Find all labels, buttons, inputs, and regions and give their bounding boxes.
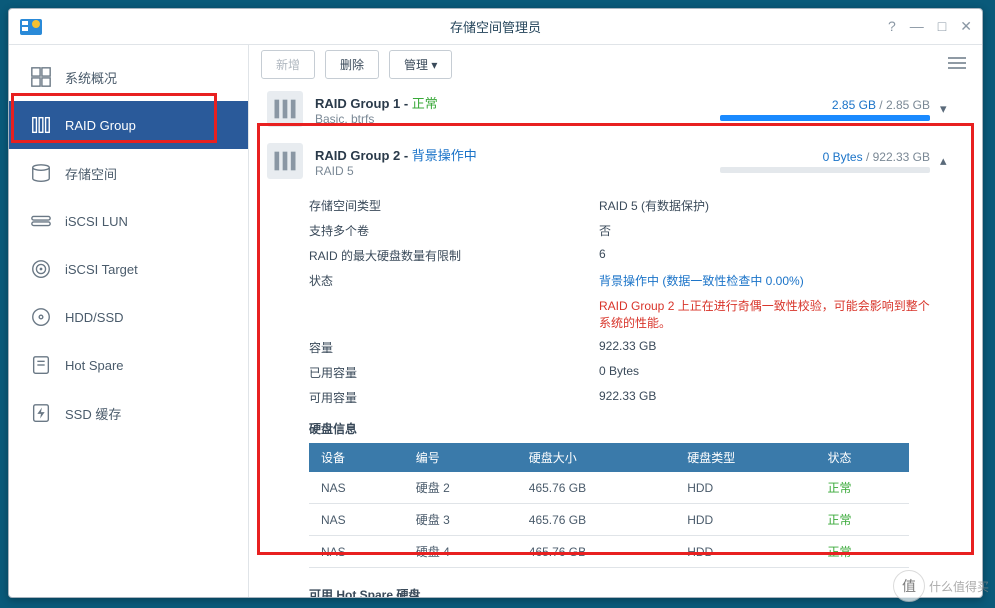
sidebar-item-label: RAID Group [65, 118, 136, 133]
detail-row-state: 状态背景操作中 (数据一致性检查中 0.00%) [309, 268, 970, 293]
hdd-icon [29, 305, 53, 329]
delete-button[interactable]: 删除 [325, 50, 379, 79]
group1-usage-bar [720, 115, 930, 121]
detail-row-maxdisk: RAID 的最大硬盘数量有限制6 [309, 243, 970, 268]
list-view-icon[interactable] [944, 52, 970, 77]
sidebar-item-label: iSCSI LUN [65, 214, 128, 229]
group2-usage-bar [720, 167, 930, 173]
watermark-icon: 值 [893, 570, 925, 602]
detail-row-avail: 可用容量922.33 GB [309, 385, 970, 410]
group2-usage: 0 Bytes / 922.33 GB [690, 150, 930, 173]
group1-usage: 2.85 GB / 2.85 GB [690, 98, 930, 121]
table-row[interactable]: NAS硬盘 3465.76 GBHDD正常 [309, 504, 909, 536]
hot-spare-label: 可用 Hot Spare 硬盘 [309, 586, 970, 597]
sidebar: 系统概况 RAID Group 存储空间 iSCSI LUN iSCSI Tar… [9, 45, 249, 597]
sidebar-item-iscsi-lun[interactable]: iSCSI LUN [9, 197, 248, 245]
sidebar-item-label: HDD/SSD [65, 310, 124, 325]
sidebar-item-raid-group[interactable]: RAID Group [9, 101, 248, 149]
content-area: RAID Group 1 - 正常 Basic, btrfs 2.85 GB /… [249, 83, 982, 597]
group1-subtitle: Basic, btrfs [315, 112, 438, 126]
sidebar-item-iscsi-target[interactable]: iSCSI Target [9, 245, 248, 293]
table-row[interactable]: NAS硬盘 2465.76 GBHDD正常 [309, 472, 909, 504]
app-window: 存储空间管理员 ? — □ ✕ 系统概况 RAID Group 存储空间 [8, 8, 983, 598]
help-icon[interactable]: ? [888, 18, 896, 35]
sidebar-item-label: 存储空间 [65, 164, 117, 183]
sidebar-item-overview[interactable]: 系统概况 [9, 53, 248, 101]
group1-title-block: RAID Group 1 - 正常 Basic, btrfs [315, 93, 438, 126]
manage-button[interactable]: 管理 ▾ [389, 50, 452, 79]
minimize-icon[interactable]: — [910, 18, 924, 35]
watermark: 值 什么值得买 [893, 570, 989, 602]
group2-usage-text: 0 Bytes / 922.33 GB [690, 150, 930, 164]
table-row[interactable]: NAS硬盘 4465.76 GBHDD正常 [309, 536, 909, 568]
group2-title: RAID Group 2 - 背景操作中 [315, 145, 477, 164]
group1-usage-text: 2.85 GB / 2.85 GB [690, 98, 930, 112]
close-icon[interactable]: ✕ [960, 18, 972, 35]
group2-title-block: RAID Group 2 - 背景操作中 RAID 5 [315, 145, 477, 178]
chevron-down-icon[interactable]: ▾ [940, 101, 964, 117]
sidebar-item-hdd-ssd[interactable]: HDD/SSD [9, 293, 248, 341]
disk-table-header-row: 设备 编号 硬盘大小 硬盘类型 状态 [309, 443, 909, 472]
volume-icon [29, 161, 53, 185]
raid-group-icon [267, 143, 303, 179]
sidebar-item-ssd-cache[interactable]: SSD 缓存 [9, 389, 248, 437]
sidebar-item-label: iSCSI Target [65, 262, 138, 277]
col-state: 状态 [815, 443, 909, 472]
col-type: 硬盘类型 [675, 443, 815, 472]
new-button[interactable]: 新增 [261, 50, 315, 79]
raid-group-icon [267, 91, 303, 127]
window-body: 系统概况 RAID Group 存储空间 iSCSI LUN iSCSI Tar… [9, 45, 982, 597]
window-controls: ? — □ ✕ [888, 18, 972, 35]
group2-subtitle: RAID 5 [315, 164, 477, 178]
toolbar: 新增 删除 管理 ▾ [249, 45, 982, 83]
raid-group-1-header[interactable]: RAID Group 1 - 正常 Basic, btrfs 2.85 GB /… [261, 83, 970, 135]
disk-table: 设备 编号 硬盘大小 硬盘类型 状态 NAS硬盘 2465.76 GBHDD正常… [309, 443, 909, 568]
group2-details: 存储空间类型RAID 5 (有数据保护) 支持多个卷否 RAID 的最大硬盘数量… [261, 187, 970, 597]
spare-icon [29, 353, 53, 377]
disk-info-label: 硬盘信息 [309, 420, 970, 437]
app-icon [19, 15, 43, 39]
group1-usage-fill [720, 115, 930, 121]
raid-group-2-header[interactable]: RAID Group 2 - 背景操作中 RAID 5 0 Bytes / 92… [261, 135, 970, 187]
group1-title: RAID Group 1 - 正常 [315, 93, 438, 112]
col-number: 编号 [404, 443, 517, 472]
detail-row-warning: RAID Group 2 上正在进行奇偶一致性校验，可能会影响到整个系统的性能。 [309, 293, 970, 335]
sidebar-item-volume[interactable]: 存储空间 [9, 149, 248, 197]
detail-row-used: 已用容量0 Bytes [309, 360, 970, 385]
titlebar: 存储空间管理员 ? — □ ✕ [9, 9, 982, 45]
sidebar-item-label: Hot Spare [65, 358, 124, 373]
watermark-text: 什么值得买 [929, 578, 989, 595]
raid-icon [29, 113, 53, 137]
sidebar-item-label: 系统概况 [65, 68, 117, 87]
chevron-up-icon[interactable]: ▴ [940, 153, 964, 169]
sidebar-item-hot-spare[interactable]: Hot Spare [9, 341, 248, 389]
sidebar-item-label: SSD 缓存 [65, 404, 121, 423]
window-title: 存储空间管理员 [450, 17, 541, 36]
dashboard-icon [29, 65, 53, 89]
detail-row-capacity: 容量922.33 GB [309, 335, 970, 360]
detail-row-type: 存储空间类型RAID 5 (有数据保护) [309, 193, 970, 218]
col-device: 设备 [309, 443, 404, 472]
cache-icon [29, 401, 53, 425]
target-icon [29, 257, 53, 281]
lun-icon [29, 209, 53, 233]
maximize-icon[interactable]: □ [938, 18, 946, 35]
detail-row-multi: 支持多个卷否 [309, 218, 970, 243]
col-size: 硬盘大小 [517, 443, 675, 472]
main-area: 新增 删除 管理 ▾ RAID Group 1 - 正常 Basic, btrf… [249, 45, 982, 597]
